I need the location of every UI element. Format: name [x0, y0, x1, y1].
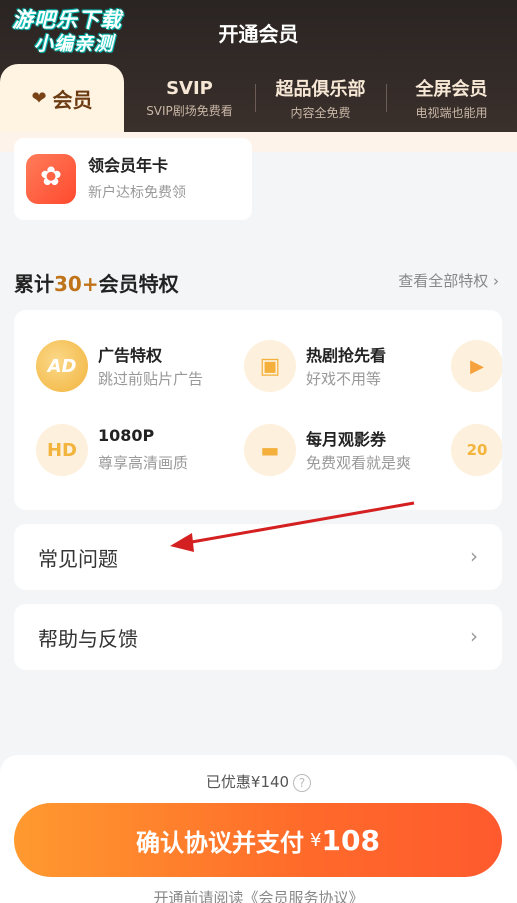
faq-label: 常见问题 [38, 547, 118, 571]
tab-club-subtitle: 内容全免费 [290, 106, 351, 120]
header-bar: 游吧乐下载 小编亲测 开通会员 ❤ 会员 SVIP SVIP剧场免费看 超品俱乐… [0, 0, 517, 132]
tab-svip-title: SVIP [166, 77, 213, 99]
privilege-desc: 好戏不用等 [306, 370, 382, 388]
gift-subtitle: 新户达标免费领 [88, 185, 186, 201]
faq-row[interactable]: 常见问题 › [14, 524, 502, 590]
payment-panel: 已优惠¥140? 确认协议并支付 ¥ 108 开通前请阅读《会员服务协议》 [0, 755, 517, 903]
membership-tabs: ❤ 会员 SVIP SVIP剧场免费看 超品俱乐部 内容全免费 全屏会员 电视端… [0, 64, 517, 132]
heart-icon: ❤ [31, 87, 47, 109]
privilege-desc: 尊享高清画质 [98, 454, 189, 472]
calendar-icon: 20 [451, 424, 502, 476]
gift-box-icon [26, 154, 76, 204]
chevron-right-icon: › [470, 624, 478, 648]
privilege-ticket[interactable]: ▬ 每月观影券 免费观看就是爽 [244, 424, 454, 484]
annual-card-offer[interactable]: 领会员年卡 新户达标免费领 [14, 138, 252, 220]
ticket-icon: ▬ [244, 424, 296, 476]
help-feedback-row[interactable]: 帮助与反馈 › [14, 604, 502, 670]
privilege-desc: 跳过前贴片广告 [98, 370, 204, 388]
price-value: 108 [321, 823, 380, 857]
discount-info: 已优惠¥140? [0, 771, 517, 792]
privileges-card: AD 广告特权 跳过前贴片广告 ▣ 热剧抢先看 好戏不用等 ▶ HD 1080P… [14, 310, 502, 510]
privilege-partial-1[interactable]: ▶ [451, 340, 502, 400]
privilege-desc: 免费观看就是爽 [306, 454, 412, 472]
tab-fullscreen[interactable]: 全屏会员 电视端也能用 [386, 64, 517, 132]
privilege-partial-2[interactable]: 20 [451, 424, 502, 484]
service-agreement-link[interactable]: 开通前请阅读《会员服务协议》 [0, 887, 517, 903]
tab-fullscreen-subtitle: 电视端也能用 [415, 106, 488, 120]
privilege-early-access[interactable]: ▣ 热剧抢先看 好戏不用等 [244, 340, 454, 400]
chevron-right-icon: › [470, 544, 478, 568]
gift-title: 领会员年卡 [88, 156, 169, 175]
discount-label: 已优惠¥140 [205, 773, 290, 791]
see-all-privileges-link[interactable]: 查看全部特权 › [398, 270, 499, 291]
question-icon[interactable]: ? [293, 773, 312, 792]
ad-icon: AD [36, 340, 88, 392]
privilege-1080p[interactable]: HD 1080P 尊享高清画质 [36, 424, 246, 484]
currency-symbol: ¥ [310, 829, 322, 851]
hd-icon: HD [36, 424, 88, 476]
tab-svip-subtitle: SVIP剧场免费看 [146, 103, 233, 118]
tab-member[interactable]: ❤ 会员 [0, 64, 124, 132]
privilege-name: 1080P [98, 426, 155, 445]
privileges-title-prefix: 累计 [14, 272, 54, 296]
privilege-name: 每月观影券 [306, 430, 387, 449]
privileges-heading: 累计30+会员特权 [14, 268, 179, 297]
privileges-title-suffix: 会员特权 [98, 272, 179, 296]
tab-club[interactable]: 超品俱乐部 内容全免费 [255, 64, 386, 132]
help-feedback-label: 帮助与反馈 [38, 627, 138, 651]
chevron-right-icon: › [493, 272, 499, 290]
privilege-name: 热剧抢先看 [306, 346, 387, 365]
privileges-count: 30+ [54, 272, 99, 296]
confirm-pay-button[interactable]: 确认协议并支付 ¥ 108 [14, 803, 502, 877]
see-all-label: 查看全部特权 [398, 272, 489, 290]
sofa-icon: ▣ [244, 340, 296, 392]
privilege-name: 广告特权 [98, 346, 163, 365]
tab-club-title: 超品俱乐部 [275, 79, 366, 100]
privilege-ad[interactable]: AD 广告特权 跳过前贴片广告 [36, 340, 246, 400]
tab-member-label: 会员 [52, 87, 93, 112]
tab-fullscreen-title: 全屏会员 [415, 79, 488, 100]
page-title: 开通会员 [218, 22, 299, 46]
pay-button-label: 确认协议并支付 [136, 828, 305, 857]
tab-svip[interactable]: SVIP SVIP剧场免费看 [124, 64, 255, 132]
flame-play-icon: ▶ [451, 340, 502, 392]
